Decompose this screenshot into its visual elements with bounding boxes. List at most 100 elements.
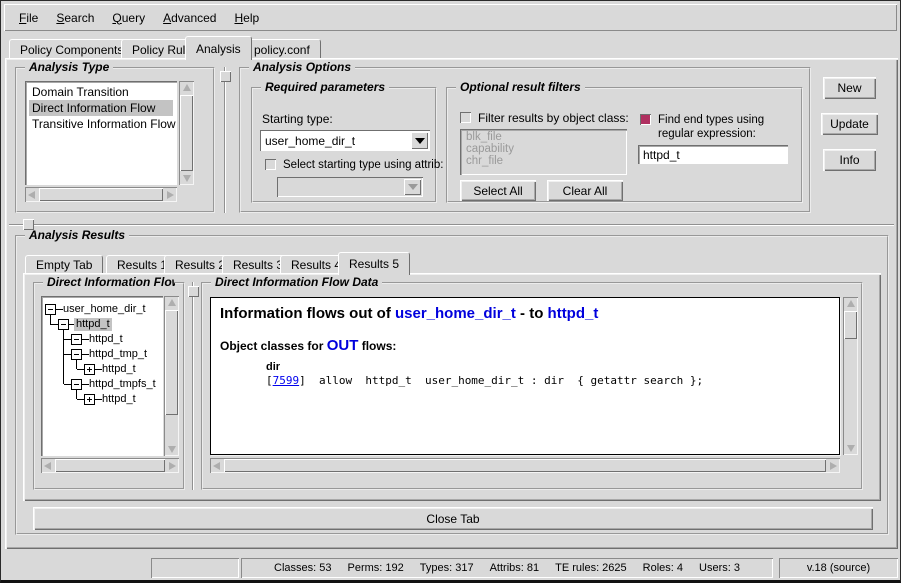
- tab-results-5[interactable]: Results 5: [338, 252, 410, 275]
- flow-data-frame: Direct Information Flow Data Information…: [201, 282, 863, 490]
- scroll-up-icon[interactable]: [164, 296, 179, 309]
- select-all-button[interactable]: Select All: [460, 180, 536, 201]
- scroll-up-icon[interactable]: [179, 81, 194, 94]
- scroll-thumb[interactable]: [165, 310, 178, 415]
- scroll-thumb[interactable]: [844, 311, 857, 339]
- scroll-down-icon[interactable]: [164, 443, 179, 456]
- tree-node[interactable]: httpd_t: [100, 363, 138, 376]
- tree-node[interactable]: user_home_dir_t: [61, 303, 148, 316]
- clear-all-button[interactable]: Clear All: [547, 180, 623, 201]
- collapse-icon[interactable]: [71, 349, 82, 360]
- expand-icon[interactable]: [84, 364, 95, 375]
- required-parameters-frame: Required parameters Starting type: user_…: [251, 87, 437, 203]
- tree-line: [77, 369, 84, 370]
- horizontal-sash[interactable]: [9, 224, 894, 226]
- top-vertical-sash-handle[interactable]: [220, 71, 231, 82]
- regex-checkbox-row[interactable]: Find end types using regular expression:: [640, 113, 802, 141]
- top-vertical-sash[interactable]: [224, 67, 226, 213]
- flow-tree-hscrollbar[interactable]: [41, 458, 179, 473]
- collapse-icon[interactable]: [45, 304, 56, 315]
- object-class-checkbox-label: Filter results by object class:: [478, 111, 629, 125]
- info-button[interactable]: Info: [823, 149, 876, 171]
- status-classes: Classes: 53: [274, 562, 331, 574]
- object-class-checkbox[interactable]: [460, 112, 471, 123]
- status-perms: Perms: 192: [348, 562, 404, 574]
- tree-node[interactable]: httpd_t: [74, 318, 112, 331]
- status-roles: Roles: 4: [643, 562, 683, 574]
- close-tab-button[interactable]: Close Tab: [33, 507, 873, 530]
- flow-tree-vscrollbar[interactable]: [164, 296, 179, 456]
- list-item[interactable]: Domain Transition: [29, 84, 173, 100]
- results-vertical-sash-handle[interactable]: [188, 286, 199, 297]
- tree-line: [76, 360, 77, 369]
- scroll-thumb[interactable]: [180, 95, 193, 171]
- tab-analysis[interactable]: Analysis: [185, 36, 252, 60]
- status-types: Types: 317: [420, 562, 474, 574]
- flow-direction: OUT: [327, 337, 359, 354]
- regex-input[interactable]: [638, 145, 788, 164]
- version-label: v.18 (source): [807, 562, 870, 574]
- tree-line: [64, 384, 71, 385]
- flow-data-hscrollbar[interactable]: [210, 458, 840, 473]
- status-version-box: v.18 (source): [779, 558, 898, 578]
- menu-query[interactable]: Query: [103, 7, 154, 29]
- scroll-left-icon[interactable]: [25, 187, 38, 202]
- collapse-icon[interactable]: [71, 334, 82, 345]
- flow-tree-frame: Direct Information Flow Tree: [33, 282, 185, 490]
- object-class-checkbox-row[interactable]: Filter results by object class:: [460, 111, 629, 125]
- flow-tree[interactable]: user_home_dir_t httpd_t httpd_t httpd_tm…: [41, 296, 163, 456]
- flow-data-text[interactable]: Information flows out of user_home_dir_t…: [210, 297, 840, 455]
- analysis-type-list[interactable]: Domain Transition Direct Information Flo…: [25, 81, 177, 185]
- collapse-icon[interactable]: [58, 319, 69, 330]
- analysis-options-title: Analysis Options: [249, 60, 355, 74]
- status-stats-box: Classes: 53 Perms: 192 Types: 317 Attrib…: [241, 558, 773, 578]
- starting-type-value: user_home_dir_t: [260, 134, 409, 148]
- horizontal-sash-handle[interactable]: [23, 219, 34, 230]
- flow-data-vscrollbar[interactable]: [843, 297, 858, 455]
- scroll-left-icon[interactable]: [41, 458, 54, 473]
- scroll-thumb[interactable]: [39, 188, 163, 201]
- results-vertical-sash[interactable]: [192, 282, 194, 490]
- rule-id-link[interactable]: 7599: [273, 374, 300, 387]
- starting-type-combobox[interactable]: user_home_dir_t: [260, 130, 430, 151]
- analysis-type-hscrollbar[interactable]: [25, 187, 177, 202]
- object-class-list: blk_file capability chr_file: [460, 129, 627, 175]
- tree-line: [51, 324, 58, 325]
- regex-checkbox[interactable]: [640, 114, 651, 125]
- tree-node[interactable]: httpd_t: [87, 333, 125, 346]
- scroll-right-icon[interactable]: [164, 187, 177, 202]
- new-button[interactable]: New: [823, 77, 876, 99]
- menu-file[interactable]: File: [10, 7, 47, 29]
- expand-icon[interactable]: [84, 394, 95, 405]
- required-parameters-title: Required parameters: [261, 80, 389, 94]
- target-type: httpd_t: [548, 305, 599, 322]
- scroll-thumb[interactable]: [55, 459, 165, 472]
- menu-help[interactable]: Help: [225, 7, 268, 29]
- scroll-right-icon[interactable]: [827, 458, 840, 473]
- update-button[interactable]: Update: [821, 113, 878, 135]
- scroll-left-icon[interactable]: [210, 458, 223, 473]
- tree-node[interactable]: httpd_tmp_t: [87, 348, 149, 361]
- scroll-down-icon[interactable]: [179, 172, 194, 185]
- allow-rule: [7599] allow httpd_t user_home_dir_t : d…: [266, 374, 830, 387]
- attrib-checkbox[interactable]: [265, 159, 276, 170]
- tab-policy-conf[interactable]: policy.conf: [243, 39, 321, 59]
- menu-advanced[interactable]: Advanced: [154, 7, 225, 29]
- list-item[interactable]: Direct Information Flow: [29, 100, 173, 116]
- tab-empty-tab[interactable]: Empty Tab: [25, 255, 103, 274]
- tree-node[interactable]: httpd_t: [100, 393, 138, 406]
- analysis-options-frame: Analysis Options Required parameters Sta…: [239, 67, 811, 213]
- scroll-right-icon[interactable]: [166, 458, 179, 473]
- collapse-icon[interactable]: [71, 379, 82, 390]
- scroll-thumb[interactable]: [224, 459, 826, 472]
- menu-search[interactable]: Search: [47, 7, 103, 29]
- scroll-down-icon[interactable]: [843, 442, 858, 455]
- tree-line: [77, 399, 84, 400]
- analysis-type-vscrollbar[interactable]: [179, 81, 194, 185]
- attrib-checkbox-row[interactable]: Select starting type using attrib:: [265, 158, 443, 172]
- tree-node[interactable]: httpd_tmpfs_t: [87, 378, 158, 391]
- list-item[interactable]: Transitive Information Flow: [29, 116, 173, 132]
- tab-policy-components[interactable]: Policy Components: [9, 39, 134, 59]
- combobox-dropdown-icon[interactable]: [411, 132, 428, 149]
- scroll-up-icon[interactable]: [843, 297, 858, 310]
